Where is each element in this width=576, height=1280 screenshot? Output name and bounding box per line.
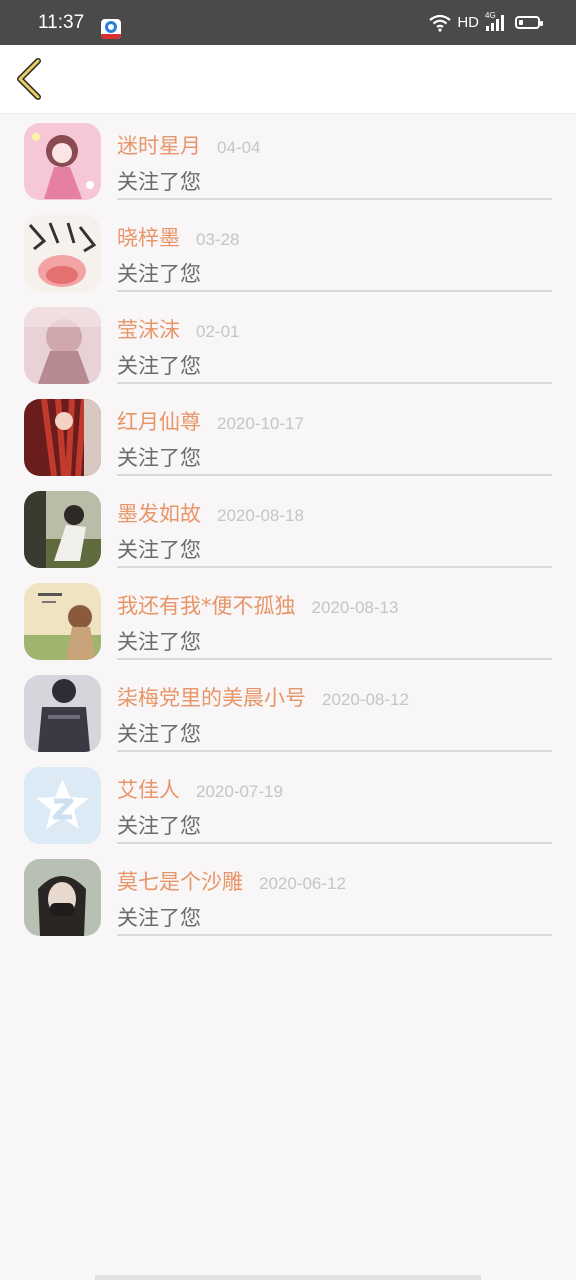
battery-icon xyxy=(515,16,543,29)
follow-action-text: 关注了您 xyxy=(117,814,201,838)
follower-name[interactable]: 莫七是个沙雕 xyxy=(117,866,243,896)
avatar[interactable] xyxy=(24,583,101,660)
divider xyxy=(117,474,552,476)
follower-name[interactable]: 我还有我*便不孤独 xyxy=(117,590,296,620)
status-time: 11:37 xyxy=(38,12,85,33)
home-indicator[interactable] xyxy=(95,1275,481,1280)
divider xyxy=(117,934,552,936)
avatar[interactable] xyxy=(24,859,101,936)
divider xyxy=(117,658,552,660)
list-item[interactable]: 我还有我*便不孤独 2020-08-13 关注了您 xyxy=(0,574,576,666)
follow-action-text: 关注了您 xyxy=(117,354,201,378)
avatar[interactable] xyxy=(24,307,101,384)
follow-action-text: 关注了您 xyxy=(117,170,201,194)
back-button[interactable] xyxy=(10,55,52,103)
name-line: 晓梓墨 03-28 xyxy=(117,222,239,252)
follow-date: 2020-07-19 xyxy=(196,782,283,801)
follower-name[interactable]: 柒梅党里的美晨小号 xyxy=(117,682,306,712)
divider xyxy=(117,750,552,752)
wifi-icon xyxy=(429,14,452,32)
follower-name[interactable]: 莹沫沫 xyxy=(117,314,180,344)
name-line: 红月仙尊 2020-10-17 xyxy=(117,406,304,436)
network-type: 4G xyxy=(485,10,496,20)
name-line: 我还有我*便不孤独 2020-08-13 xyxy=(117,590,398,620)
divider xyxy=(117,290,552,292)
list-item[interactable]: 迷时星月 04-04 关注了您 xyxy=(0,114,576,206)
name-line: 莫七是个沙雕 2020-06-12 xyxy=(117,866,346,896)
follow-action-text: 关注了您 xyxy=(117,906,201,930)
list-item[interactable]: 艾佳人 2020-07-19 关注了您 xyxy=(0,758,576,850)
status-bar: 11:37 HD 4G xyxy=(0,0,576,45)
follow-action-text: 关注了您 xyxy=(117,722,201,746)
divider xyxy=(117,566,552,568)
list-item[interactable]: 柒梅党里的美晨小号 2020-08-12 关注了您 xyxy=(0,666,576,758)
follower-name[interactable]: 艾佳人 xyxy=(117,774,180,804)
follower-name[interactable]: 红月仙尊 xyxy=(117,406,201,436)
follow-date: 04-04 xyxy=(217,138,261,157)
list-item[interactable]: 莹沫沫 02-01 关注了您 xyxy=(0,298,576,390)
avatar[interactable] xyxy=(24,215,101,292)
list-item[interactable]: 晓梓墨 03-28 关注了您 xyxy=(0,206,576,298)
avatar[interactable] xyxy=(24,767,101,844)
list-item[interactable]: 莫七是个沙雕 2020-06-12 关注了您 xyxy=(0,850,576,942)
name-line: 柒梅党里的美晨小号 2020-08-12 xyxy=(117,682,409,712)
follow-date: 2020-08-12 xyxy=(322,690,409,709)
follower-list: 迷时星月 04-04 关注了您 晓梓墨 03-28 关注了您 莹沫沫 02-01… xyxy=(0,114,576,942)
follower-name[interactable]: 晓梓墨 xyxy=(117,222,180,252)
follow-date: 02-01 xyxy=(196,322,240,341)
follow-action-text: 关注了您 xyxy=(117,630,201,654)
follow-date: 2020-10-17 xyxy=(217,414,304,433)
avatar[interactable] xyxy=(24,675,101,752)
status-icons: HD 4G xyxy=(429,0,543,45)
divider xyxy=(117,382,552,384)
avatar[interactable] xyxy=(24,491,101,568)
follower-name[interactable]: 迷时星月 xyxy=(117,130,201,160)
divider xyxy=(117,842,552,844)
list-item[interactable]: 墨发如故 2020-08-18 关注了您 xyxy=(0,482,576,574)
follow-action-text: 关注了您 xyxy=(117,538,201,562)
avatar[interactable] xyxy=(24,399,101,476)
follow-date: 2020-06-12 xyxy=(259,874,346,893)
name-line: 墨发如故 2020-08-18 xyxy=(117,498,304,528)
chevron-left-icon xyxy=(17,58,41,100)
app-notification-icon xyxy=(101,19,121,39)
top-bar xyxy=(0,45,576,114)
signal-icon: 4G xyxy=(485,10,509,33)
name-line: 艾佳人 2020-07-19 xyxy=(117,774,283,804)
follow-date: 2020-08-13 xyxy=(311,598,399,617)
follow-action-text: 关注了您 xyxy=(117,446,201,470)
list-item[interactable]: 红月仙尊 2020-10-17 关注了您 xyxy=(0,390,576,482)
follower-name[interactable]: 墨发如故 xyxy=(117,498,201,528)
hd-indicator: HD xyxy=(457,14,479,31)
name-line: 莹沫沫 02-01 xyxy=(117,314,239,344)
name-line: 迷时星月 04-04 xyxy=(117,130,260,160)
follow-date: 03-28 xyxy=(196,230,240,249)
divider xyxy=(117,198,552,200)
follow-date: 2020-08-18 xyxy=(217,506,304,525)
avatar[interactable] xyxy=(24,123,101,200)
follow-action-text: 关注了您 xyxy=(117,262,201,286)
